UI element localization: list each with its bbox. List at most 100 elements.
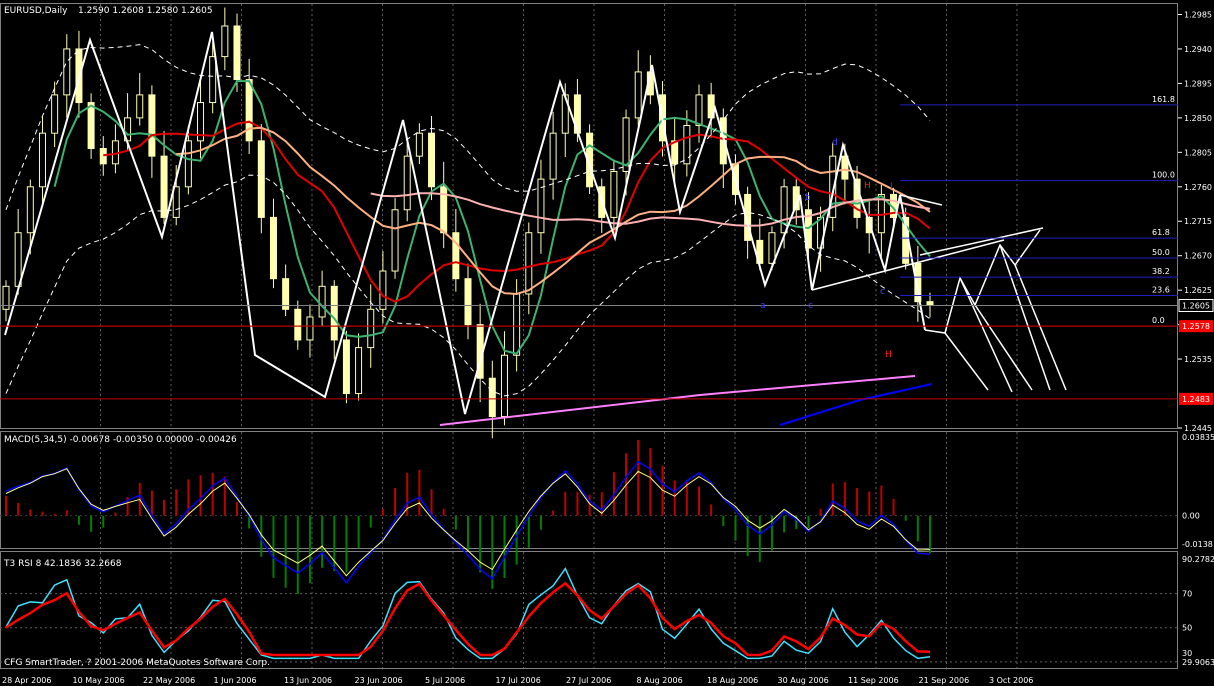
price-tick-label: 1.2535 [1184, 355, 1212, 364]
rsi-tick-label: 70 [1182, 590, 1192, 599]
candle-body [415, 132, 423, 157]
price-tick-label: 1.2895 [1184, 79, 1212, 88]
pattern-label: c [880, 287, 885, 297]
bollinger-upper [5, 44, 931, 210]
date-label: 3 Oct 2006 [989, 676, 1033, 685]
candle-body [209, 56, 217, 104]
projection-line [974, 304, 1033, 391]
fib-level-label: 61.8 [1152, 228, 1170, 237]
price-tick-label: 1.2670 [1184, 252, 1212, 261]
price-level-tag-label: 1.2578 [1182, 322, 1210, 331]
date-label: 8 Aug 2006 [637, 676, 683, 685]
date-label: 1 Jun 2006 [214, 676, 257, 685]
candle-body [330, 285, 338, 341]
grid-lines [0, 4, 1178, 668]
pattern-label: a [760, 301, 766, 311]
pattern-label: I [890, 182, 893, 192]
candle-body [269, 216, 277, 280]
price-tick-label: 1.2805 [1184, 148, 1212, 157]
candle-body [160, 155, 168, 218]
candle-body [294, 308, 302, 341]
price-tick-label: 1.2715 [1184, 217, 1212, 226]
macd-label: MACD(5,34,5) -0.00678 -0.00350 0.00000 -… [4, 435, 237, 445]
date-label: 18 Aug 2006 [707, 676, 758, 685]
date-label: 11 Sep 2006 [848, 676, 899, 685]
macd-tick-label: -0.0138 [1182, 540, 1213, 549]
copyright-text: CFG SmartTrader, ? 2001-2006 MetaQuotes … [4, 658, 270, 668]
candle-body [87, 102, 95, 149]
price-tick-label: 1.2625 [1184, 286, 1212, 295]
ma-blue-line [779, 383, 933, 426]
rsi-tick-label: 90.2782 [1182, 555, 1214, 564]
pattern-label: H [885, 350, 892, 360]
plot-layer [0, 7, 1178, 660]
candle-body [367, 308, 375, 349]
fib-level-label: 0.0 [1152, 316, 1165, 325]
projection-line [1014, 264, 1067, 391]
fib-level-label: 161.8 [1152, 95, 1175, 104]
ma-pink-line [370, 192, 931, 227]
candle-body [99, 147, 107, 165]
date-label: 5 Jul 2006 [425, 676, 465, 685]
panel-frames [0, 3, 1178, 669]
fib-level-label: 100.0 [1152, 171, 1175, 180]
projection-line [999, 244, 1051, 391]
price-tick-label: 1.2985 [1184, 10, 1212, 19]
date-label: 28 Apr 2006 [2, 676, 51, 685]
ma-magenta-line [439, 375, 916, 426]
chart-canvas: 1.2985 1.2940 1.2895 1.2850 1.2805 1.2760 1.27… [0, 3, 1214, 685]
candle-body [306, 316, 314, 341]
candle-body [428, 132, 436, 188]
projection-line [944, 332, 989, 391]
candle-body [695, 94, 703, 127]
candle-body [38, 132, 46, 188]
candle-body [63, 48, 71, 96]
candle-body [525, 232, 533, 295]
date-label: 17 Jul 2006 [496, 676, 541, 685]
candle-body [148, 94, 156, 157]
candle-body [282, 278, 290, 310]
pattern-label: b [805, 193, 811, 203]
candle-body [342, 339, 350, 395]
rsi-label: T3 RSI 8 42.1836 32.2668 [3, 559, 122, 569]
date-label: 10 May 2006 [73, 676, 125, 685]
symbol-label: EURUSD,Daily [4, 6, 68, 16]
date-label: 21 Sep 2006 [919, 676, 970, 685]
candle-body [403, 155, 411, 211]
candle-body [318, 285, 326, 318]
fib-level-label: 23.6 [1152, 286, 1170, 295]
candle-body [768, 232, 776, 264]
pattern-label: c [808, 301, 813, 311]
price-tick-label: 1.2760 [1184, 183, 1212, 192]
price-tick-label: 1.2850 [1184, 114, 1212, 123]
date-label: 27 Jul 2006 [566, 676, 611, 685]
ohlc-readout: 1.2590 1.2608 1.2580 1.2605 [78, 6, 213, 16]
label-layer: 1.2985 1.2940 1.2895 1.2850 1.2805 1.2760 1.27… [2, 10, 1214, 685]
pattern-label: d [832, 138, 838, 148]
candle-body [391, 209, 399, 272]
price-tick-label: 1.2445 [1184, 424, 1212, 433]
macd-tick-label: 0.00 [1182, 512, 1200, 521]
candle-body [513, 293, 521, 356]
date-label: 13 Jun 2006 [284, 676, 332, 685]
date-label: 30 Aug 2006 [778, 676, 829, 685]
candle-body [549, 132, 557, 180]
macd-tick-label: 0.03835 [1182, 433, 1214, 442]
candle-body [14, 232, 22, 287]
candle-body [634, 71, 642, 119]
fib-level-label: 50.0 [1152, 248, 1170, 257]
candle-body [464, 278, 472, 326]
candle-body [671, 140, 679, 165]
price-level-tag-label: 1.2483 [1182, 395, 1210, 404]
candle-body [610, 170, 618, 218]
price-tick-label: 1.2940 [1184, 45, 1212, 54]
rsi-tick-label: 30 [1182, 649, 1192, 658]
current-price-label: 1.2605 [1182, 301, 1210, 310]
candle-body [26, 186, 34, 234]
candle-body [184, 140, 192, 188]
date-label: 22 May 2006 [143, 676, 195, 685]
candle-body [488, 377, 496, 418]
date-label: 23 Jun 2006 [355, 676, 403, 685]
candle-body [355, 347, 363, 395]
candle-body [233, 25, 241, 81]
